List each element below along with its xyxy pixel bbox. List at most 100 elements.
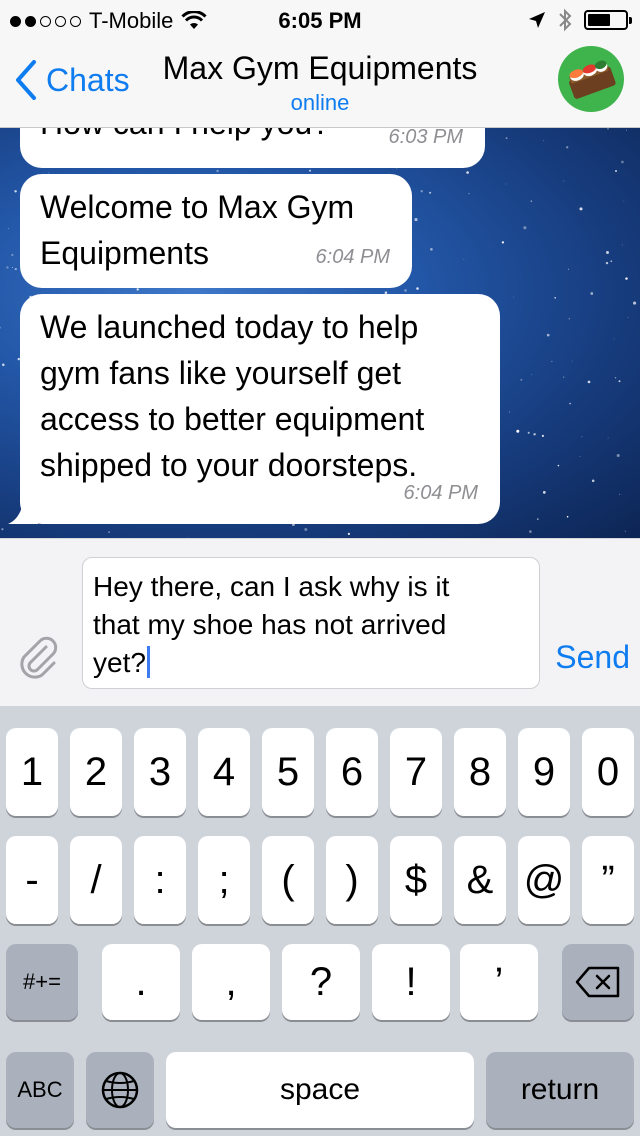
star [347,532,351,536]
star [2,363,5,367]
star [536,518,539,520]
location-arrow-icon [529,12,545,28]
star [136,288,139,291]
key[interactable]: ( [262,836,314,924]
key[interactable]: ) [326,836,378,924]
star [520,378,523,381]
key[interactable]: , [192,944,270,1020]
message-input[interactable]: Hey there, can I ask why is it that my s… [82,557,540,689]
star [581,436,583,438]
star [508,411,510,413]
bubble-tail [8,496,38,524]
key[interactable]: & [454,836,506,924]
chat-area[interactable]: How can I help you? 6:03 PM Welcome to M… [0,128,640,538]
star [619,493,621,495]
star [430,247,433,251]
star [541,434,544,437]
star [513,296,515,298]
input-line: that my shoe has not arrived [93,609,447,640]
key[interactable]: : [134,836,186,924]
key[interactable]: $ [390,836,442,924]
key[interactable]: 1 [6,728,58,816]
chat-title[interactable]: Max Gym Equipments [0,50,640,87]
key[interactable]: 9 [518,728,570,816]
text-caret [146,646,150,678]
paperclip-icon[interactable] [16,635,62,681]
star [579,207,583,211]
key[interactable]: @ [518,836,570,924]
key[interactable]: 5 [262,728,314,816]
star [591,479,595,483]
star [543,140,545,142]
key[interactable]: - [6,836,58,924]
star [0,326,1,329]
key[interactable]: / [70,836,122,924]
key[interactable]: 3 [134,728,186,816]
star [625,277,628,280]
message-bubble[interactable]: We launched today to help gym fans like … [20,294,500,524]
star [546,333,550,337]
star [530,200,533,202]
star [563,376,565,378]
battery-icon [584,10,632,30]
globe-key[interactable] [86,1052,154,1128]
message-bubble[interactable]: How can I help you? 6:03 PM [20,128,485,168]
abc-key[interactable]: ABC [6,1052,74,1128]
star [14,268,17,271]
star [14,190,17,193]
input-line: yet? [93,647,146,678]
star [304,528,308,531]
key[interactable]: 2 [70,728,122,816]
star [626,129,628,131]
star [567,268,570,270]
star [563,180,565,182]
backspace-icon [575,966,620,998]
star [463,258,465,260]
star [616,453,620,458]
keyboard: 1 2 3 4 5 6 7 8 9 0 - / : ; ( ) $ & @ ” … [0,706,640,1136]
star [613,338,615,340]
backspace-key[interactable] [562,944,634,1020]
star [466,171,469,174]
key[interactable]: 4 [198,728,250,816]
star [516,429,520,433]
message-text-line: gym fans like yourself get [40,355,402,391]
key[interactable]: ? [282,944,360,1020]
key[interactable]: 7 [390,728,442,816]
message-text-line: access to better equipment [40,401,425,437]
key[interactable]: ” [582,836,634,924]
star [468,193,470,195]
star [607,437,609,439]
star [624,530,626,532]
key[interactable]: 6 [326,728,378,816]
key[interactable]: ; [198,836,250,924]
message-composer: Hey there, can I ask why is it that my s… [0,538,640,706]
star [505,183,507,185]
send-button[interactable]: Send [555,639,630,676]
message-text-line: Welcome to Max Gym [40,189,355,225]
star [615,170,617,172]
space-key[interactable]: space [166,1052,474,1128]
key[interactable]: ! [372,944,450,1020]
return-key[interactable]: return [486,1052,634,1128]
key[interactable]: 0 [582,728,634,816]
navigation-bar: Chats Max Gym Equipments online [0,40,640,128]
avatar[interactable] [558,46,624,112]
message-bubble[interactable]: Welcome to Max Gym Equipments 6:04 PM [20,174,412,288]
star [554,297,556,299]
star [618,380,621,383]
star [404,289,407,292]
symbols-toggle-key[interactable]: #+= [6,944,78,1020]
star [523,226,527,230]
key[interactable]: ’ [460,944,538,1020]
star [623,200,625,202]
star [551,360,553,363]
sushi-icon [569,60,616,99]
star [606,251,609,254]
star [505,137,508,140]
star [416,287,419,290]
star [429,191,432,194]
key[interactable]: 8 [454,728,506,816]
key[interactable]: . [102,944,180,1020]
star [579,455,581,457]
